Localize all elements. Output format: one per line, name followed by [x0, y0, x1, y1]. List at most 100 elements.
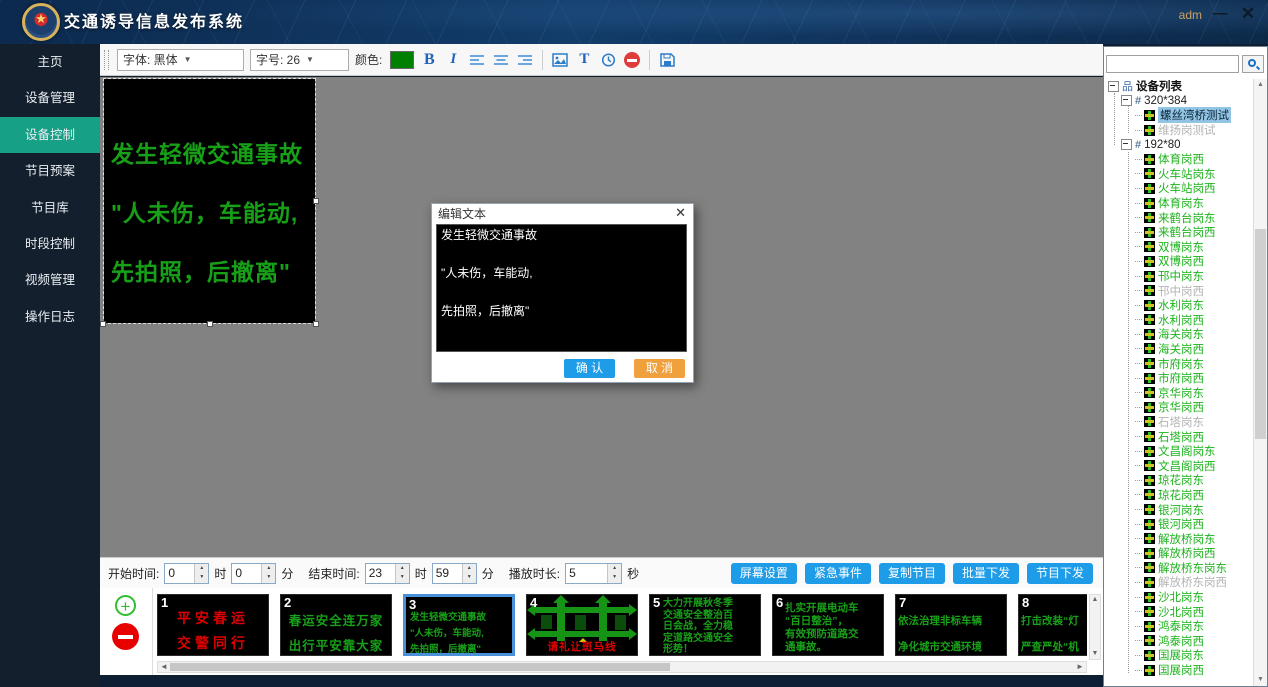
sidebar-item[interactable]: 视频管理	[0, 262, 100, 298]
expander-icon[interactable]	[1121, 139, 1132, 150]
device-tree-item[interactable]: 双博岗西	[1106, 254, 1253, 269]
remove-program-button[interactable]	[112, 623, 139, 650]
action-button[interactable]: 复制节目	[879, 563, 945, 584]
device-tree-item[interactable]: 体育岗西	[1106, 152, 1253, 167]
start-hour-stepper[interactable]: 0 ▲▼	[164, 563, 209, 584]
device-tree-item[interactable]: 市府岗东	[1106, 356, 1253, 371]
device-tree-item[interactable]: 来鹤台岗西	[1106, 225, 1253, 240]
device-tree-item[interactable]: 沙北岗西	[1106, 604, 1253, 619]
close-button[interactable]: ✕	[1236, 2, 1260, 26]
color-swatch[interactable]	[390, 51, 414, 69]
device-tree-item[interactable]: 文昌阁岗东	[1106, 444, 1253, 459]
end-hour-stepper[interactable]: 23 ▲▼	[365, 563, 410, 584]
device-tree-item[interactable]: 邗中岗东	[1106, 269, 1253, 284]
device-tree-item[interactable]: 鸿泰岗西	[1106, 634, 1253, 649]
device-tree-item[interactable]: 海关岗东	[1106, 327, 1253, 342]
device-tree-item[interactable]: 京华岗东	[1106, 385, 1253, 400]
device-tree-item[interactable]: 解放桥东岗西	[1106, 575, 1253, 590]
program-thumbnail[interactable]: 6扎实开展电动车 “百日整治”， 有效预防道路交 通事故。	[772, 594, 884, 656]
device-tree-item[interactable]: 京华岗西	[1106, 400, 1253, 415]
action-button[interactable]: 节目下发	[1027, 563, 1093, 584]
sidebar-item[interactable]: 设备管理	[0, 80, 100, 116]
device-tree-item[interactable]: 解放桥东岗东	[1106, 561, 1253, 576]
tree-root[interactable]: 品设备列表	[1106, 79, 1253, 94]
device-tree-item[interactable]: 石塔岗西	[1106, 429, 1253, 444]
scroll-right-arrow[interactable]: ►	[1074, 662, 1086, 672]
align-left-button[interactable]	[468, 50, 486, 70]
insert-image-button[interactable]	[551, 50, 569, 70]
tree-group[interactable]: #192*80	[1106, 137, 1253, 152]
device-tree-item[interactable]: 来鹤台岗东	[1106, 210, 1253, 225]
expander-icon[interactable]	[1108, 81, 1119, 92]
spinner-arrows[interactable]: ▲▼	[607, 564, 621, 583]
program-thumbnail[interactable]: 3发生轻微交通事故 "人未伤，车能动, 先拍照，后撤离"	[403, 594, 515, 656]
device-tree-item[interactable]: 解放桥岗西	[1106, 546, 1253, 561]
tree-scrollbar[interactable]: ▲ ▼	[1253, 79, 1267, 686]
cancel-button[interactable]: 取 消	[634, 359, 685, 378]
scroll-up-arrow[interactable]: ▲	[1090, 595, 1100, 605]
device-tree-item[interactable]: 解放桥岗东	[1106, 531, 1253, 546]
device-search-input[interactable]	[1106, 55, 1239, 73]
action-button[interactable]: 屏幕设置	[731, 563, 797, 584]
resize-handle-right[interactable]	[313, 198, 319, 204]
dialog-close-icon[interactable]: ✕	[675, 205, 686, 221]
end-minute-stepper[interactable]: 59 ▲▼	[432, 563, 477, 584]
insert-time-button[interactable]	[599, 50, 617, 70]
font-size-select[interactable]: 字号: 26 ▼	[250, 49, 349, 71]
minimize-button[interactable]: —	[1208, 2, 1232, 26]
scroll-down-arrow[interactable]: ▼	[1090, 649, 1100, 659]
sidebar-item[interactable]: 操作日志	[0, 299, 100, 335]
spinner-arrows[interactable]: ▲▼	[261, 564, 275, 583]
scroll-left-arrow[interactable]: ◄	[158, 662, 170, 672]
action-button[interactable]: 批量下发	[953, 563, 1019, 584]
sidebar-item[interactable]: 设备控制	[0, 117, 100, 153]
device-tree-item[interactable]: 火车站岗西	[1106, 181, 1253, 196]
device-tree-item[interactable]: 国展岗东	[1106, 648, 1253, 663]
device-tree-item[interactable]: 银河岗东	[1106, 502, 1253, 517]
device-tree-item[interactable]: 双博岗东	[1106, 240, 1253, 255]
device-search-button[interactable]	[1242, 55, 1264, 73]
device-tree-item[interactable]: 琼花岗西	[1106, 488, 1253, 503]
device-tree-item[interactable]: 火车站岗东	[1106, 167, 1253, 182]
device-tree-item[interactable]: 维扬岗测试	[1106, 123, 1253, 138]
delete-item-button[interactable]	[623, 50, 641, 70]
font-family-select[interactable]: 字体: 黑体 ▼	[117, 49, 244, 71]
device-tree-item[interactable]: 国展岗西	[1106, 663, 1253, 678]
device-tree-item[interactable]: 水利岗东	[1106, 298, 1253, 313]
device-tree-item[interactable]: 石塔岗东	[1106, 415, 1253, 430]
sidebar-item[interactable]: 主页	[0, 44, 100, 80]
program-thumbnail[interactable]: 7依法治理非标车辆 净化城市交通环境	[895, 594, 1007, 656]
program-thumbnail[interactable]: 8打击改装“灯 严查严处“机	[1018, 594, 1087, 656]
start-minute-stepper[interactable]: 0 ▲▼	[231, 563, 276, 584]
expander-icon[interactable]	[1121, 95, 1132, 106]
spinner-arrows[interactable]: ▲▼	[395, 564, 409, 583]
dialog-textarea[interactable]: 发生轻微交通事故 "人未伤，车能动, 先拍照，后撤离"	[436, 224, 687, 352]
align-center-button[interactable]	[492, 50, 510, 70]
device-tree-item[interactable]: 水利岗西	[1106, 313, 1253, 328]
spinner-arrows[interactable]: ▲▼	[194, 564, 208, 583]
save-button[interactable]	[658, 50, 676, 70]
sidebar-item[interactable]: 时段控制	[0, 226, 100, 262]
italic-button[interactable]: I	[444, 50, 462, 70]
program-thumbnail[interactable]: 4请礼让斑马线	[526, 594, 638, 656]
duration-stepper[interactable]: 5 ▲▼	[565, 563, 622, 584]
resize-handle-corner[interactable]	[100, 321, 106, 327]
led-screen-preview[interactable]: 发生轻微交通事故"人未伤，车能动,先拍照，后撤离"	[104, 79, 315, 323]
program-thumbnail[interactable]: 2春运安全连万家 出行平安靠大家	[280, 594, 392, 656]
scroll-down-arrow[interactable]: ▼	[1254, 674, 1267, 686]
sidebar-item[interactable]: 节目库	[0, 190, 100, 226]
program-thumbnail[interactable]: 5大力开展秋冬季 交通安全整治百 日会战，全力稳 定道路交通安全 形势！	[649, 594, 761, 656]
add-program-button[interactable]: +	[115, 595, 136, 616]
resize-handle-bottom[interactable]	[207, 321, 213, 327]
device-tree-item[interactable]: 邗中岗西	[1106, 283, 1253, 298]
vertical-scrollbar[interactable]: ▲ ▼	[1089, 594, 1101, 660]
bold-button[interactable]: B	[420, 50, 438, 70]
horizontal-scrollbar[interactable]: ◄ ►	[157, 661, 1087, 673]
program-thumbnail[interactable]: 1平安春运 交警同行	[157, 594, 269, 656]
sidebar-item[interactable]: 节目预案	[0, 153, 100, 189]
device-tree-item[interactable]: 螺丝湾桥测试	[1106, 108, 1253, 123]
scrollbar-thumb[interactable]	[170, 663, 670, 671]
device-tree-item[interactable]: 沙北岗东	[1106, 590, 1253, 605]
spinner-arrows[interactable]: ▲▼	[462, 564, 476, 583]
device-tree-item[interactable]: 鸿泰岗东	[1106, 619, 1253, 634]
